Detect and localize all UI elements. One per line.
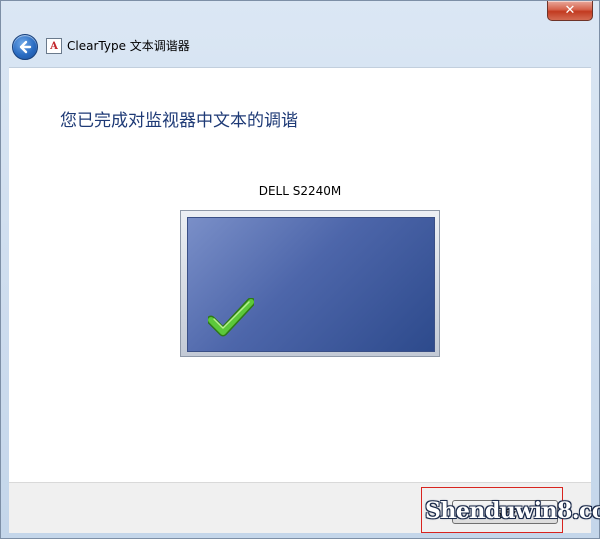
monitor-screen bbox=[187, 217, 435, 352]
monitor-illustration bbox=[180, 210, 440, 357]
checkmark-icon bbox=[208, 298, 254, 337]
back-button[interactable] bbox=[12, 34, 38, 60]
cleartype-app-icon: A bbox=[46, 38, 62, 54]
content-panel: 您已完成对监视器中文本的调谐 DELL S2240M bbox=[9, 67, 591, 482]
monitor-name: DELL S2240M bbox=[258, 184, 342, 198]
page-heading: 您已完成对监视器中文本的调谐 bbox=[60, 111, 298, 131]
watermark-text: Shenduwin8.com bbox=[425, 498, 600, 524]
window: ✕ A ClearType 文本调谐器 您已完成对监视器中文本的调谐 DELL … bbox=[0, 0, 600, 539]
arrow-left-icon bbox=[19, 40, 32, 54]
close-button[interactable]: ✕ bbox=[547, 1, 593, 21]
close-icon: ✕ bbox=[564, 3, 576, 18]
app-title: ClearType 文本调谐器 bbox=[67, 39, 190, 53]
